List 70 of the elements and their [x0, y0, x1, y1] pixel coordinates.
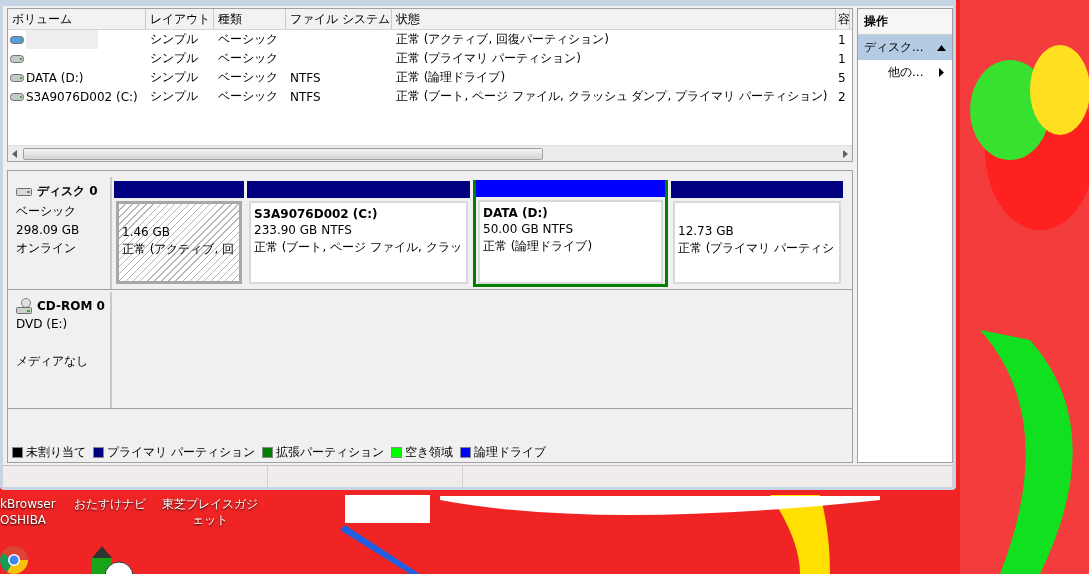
disk-size: 298.09 GB	[16, 223, 81, 237]
action-item[interactable]: ディスク...	[858, 35, 952, 60]
partition-status: 正常 (アクティブ, 回	[122, 241, 236, 258]
desktop-icon-label[interactable]: kBrowser	[0, 496, 56, 512]
table-cell: 2	[838, 89, 846, 104]
scroll-left-icon[interactable]	[12, 149, 17, 158]
table-cell: シンプル	[150, 88, 198, 105]
desktop-icon-label[interactable]: OSHIBA	[0, 512, 47, 528]
desktop-icon-label[interactable]: ェット	[192, 512, 228, 528]
disk-drive-icon	[16, 186, 32, 197]
table-cell: ベーシック	[218, 31, 278, 48]
collapse-icon[interactable]	[937, 44, 946, 51]
table-cell: ベーシック	[218, 88, 278, 105]
table-cell: シンプル	[150, 31, 198, 48]
disk-info-panel[interactable]: CD-ROM 0 DVD (E:) メディアなし	[8, 292, 112, 408]
table-cell: ベーシック	[218, 50, 278, 67]
column-header[interactable]: 容	[836, 9, 850, 29]
drive-icon	[10, 73, 24, 82]
table-cell: 正常 (ブート, ページ ファイル, クラッシュ ダンプ, プライマリ パーティション)	[396, 88, 828, 105]
column-header[interactable]: ボリューム	[8, 9, 146, 29]
volume-name: S3A9076D002 (C:)	[26, 89, 138, 104]
partition-name: DATA (D:)	[483, 206, 549, 220]
drive-icon	[10, 54, 24, 63]
action-item[interactable]: 他の...	[858, 60, 952, 85]
column-header[interactable]: 状態	[392, 9, 836, 29]
drive-icon	[10, 92, 24, 101]
column-header[interactable]: 種類	[214, 9, 286, 29]
scroll-right-icon[interactable]	[843, 149, 848, 158]
legend-label: 未割り当て	[26, 443, 86, 461]
table-cell: ベーシック	[218, 69, 278, 86]
disk-name: CD-ROM 0	[37, 299, 105, 313]
table-cell: シンプル	[150, 50, 198, 67]
table-cell: 1	[838, 32, 846, 47]
partition-name: S3A9076D002 (C:)	[254, 207, 379, 221]
disk-name: ディスク 0	[37, 183, 98, 200]
partition-status: 正常 (プライマリ パーティシ	[678, 240, 836, 257]
volume-name: DATA (D:)	[26, 70, 84, 85]
partition-size: 1.46 GB	[122, 225, 172, 239]
legend-label: 空き領域	[404, 443, 453, 461]
legend-label: 拡張パーティション	[275, 443, 384, 461]
disk-type: ベーシック	[16, 203, 77, 220]
legend-label: プライマリ パーティション	[107, 443, 255, 461]
table-cell: NTFS	[290, 89, 321, 104]
desktop-icon-label[interactable]: 東芝プレイスガジ	[162, 496, 258, 512]
column-header[interactable]: ファイル システム	[286, 9, 392, 29]
partition-size: 233.90 GB NTFS	[254, 223, 353, 237]
table-cell: NTFS	[290, 70, 321, 85]
submenu-arrow-icon	[939, 68, 944, 77]
disk-status: メディアなし	[16, 353, 89, 370]
partition-size: 50.00 GB NTFS	[483, 222, 575, 236]
legend-label: 論理ドライブ	[473, 443, 546, 461]
horizontal-scrollbar[interactable]	[8, 145, 852, 161]
browser-icon[interactable]	[0, 546, 28, 574]
table-cell: 正常 (アクティブ, 回復パーティション)	[396, 31, 609, 48]
disk-type: DVD (E:)	[16, 317, 69, 331]
table-cell: 1	[838, 51, 846, 66]
disk-info-panel[interactable]: ディスク 0 ベーシック 298.09 GB オンライン	[8, 177, 112, 289]
partition-size: 12.73 GB	[678, 224, 735, 238]
disk-status: オンライン	[16, 240, 77, 257]
partition-status: 正常 (論理ドライブ)	[483, 238, 594, 255]
partition-block[interactable]: DATA (D:) 50.00 GB NTFS 正常 (論理ドライブ)	[473, 180, 668, 287]
drive-icon	[10, 35, 24, 44]
partition-status: 正常 (ブート, ページ ファイル, クラッ	[254, 239, 463, 256]
table-cell: 正常 (論理ドライブ)	[396, 69, 506, 86]
column-header[interactable]: レイアウト	[146, 9, 214, 29]
table-cell: シンプル	[150, 69, 198, 86]
pane-title: 操作	[858, 9, 952, 35]
table-cell: 正常 (プライマリ パーティション)	[396, 50, 581, 67]
desktop-icon-label[interactable]: おたすけナビ	[74, 496, 146, 512]
table-cell: 5	[838, 70, 846, 85]
